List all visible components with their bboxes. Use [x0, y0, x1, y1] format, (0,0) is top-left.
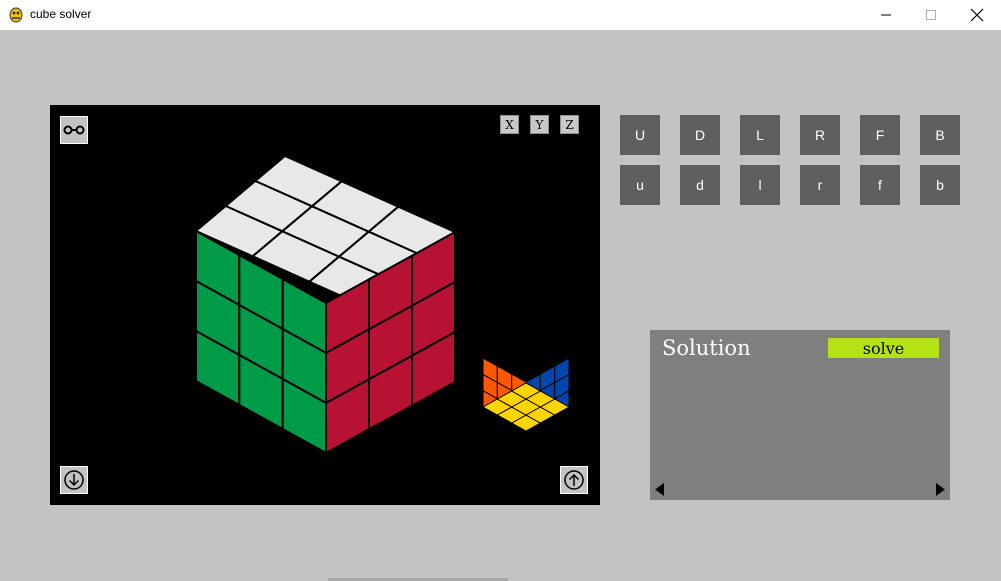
move-f-prime-button[interactable]: f — [860, 165, 900, 205]
prev-arrow-icon[interactable] — [653, 482, 666, 497]
move-r-button[interactable]: R — [800, 115, 840, 155]
minimize-icon — [881, 14, 891, 16]
arrow-up-circle-icon — [564, 470, 584, 490]
axis-z-button[interactable]: Z — [560, 115, 579, 134]
minimize-button[interactable] — [863, 0, 909, 30]
next-arrow-icon[interactable] — [934, 482, 947, 497]
maximize-icon — [926, 10, 936, 20]
solve-button[interactable]: solve — [828, 338, 939, 358]
scroll-up-button[interactable] — [560, 466, 588, 494]
link-icon — [63, 125, 85, 135]
move-b-prime-button[interactable]: b — [920, 165, 960, 205]
arrow-down-circle-icon — [64, 470, 84, 490]
move-f-button[interactable]: F — [860, 115, 900, 155]
move-l-prime-button[interactable]: l — [740, 165, 780, 205]
move-l-button[interactable]: L — [740, 115, 780, 155]
axis-y-button[interactable]: Y — [530, 115, 549, 134]
window-title: cube solver — [30, 7, 92, 21]
move-b-button[interactable]: B — [920, 115, 960, 155]
cube-viewport[interactable]: X Y Z — [50, 105, 600, 505]
move-u-button[interactable]: U — [620, 115, 660, 155]
close-icon — [970, 8, 984, 22]
scroll-down-button[interactable] — [60, 466, 88, 494]
solution-panel: Solution solve — [650, 330, 950, 500]
cube-canvas[interactable] — [50, 105, 600, 505]
move-d-prime-button[interactable]: d — [680, 165, 720, 205]
title-bar: cube solver — [0, 0, 1001, 30]
solution-title: Solution — [662, 336, 751, 360]
move-d-button[interactable]: D — [680, 115, 720, 155]
move-r-prime-button[interactable]: r — [800, 165, 840, 205]
pygame-snake-icon — [9, 7, 23, 23]
axis-x-button[interactable]: X — [500, 115, 519, 134]
link-button[interactable] — [60, 116, 88, 144]
close-button[interactable] — [954, 0, 1000, 30]
move-u-prime-button[interactable]: u — [620, 165, 660, 205]
maximize-button[interactable] — [908, 0, 954, 30]
